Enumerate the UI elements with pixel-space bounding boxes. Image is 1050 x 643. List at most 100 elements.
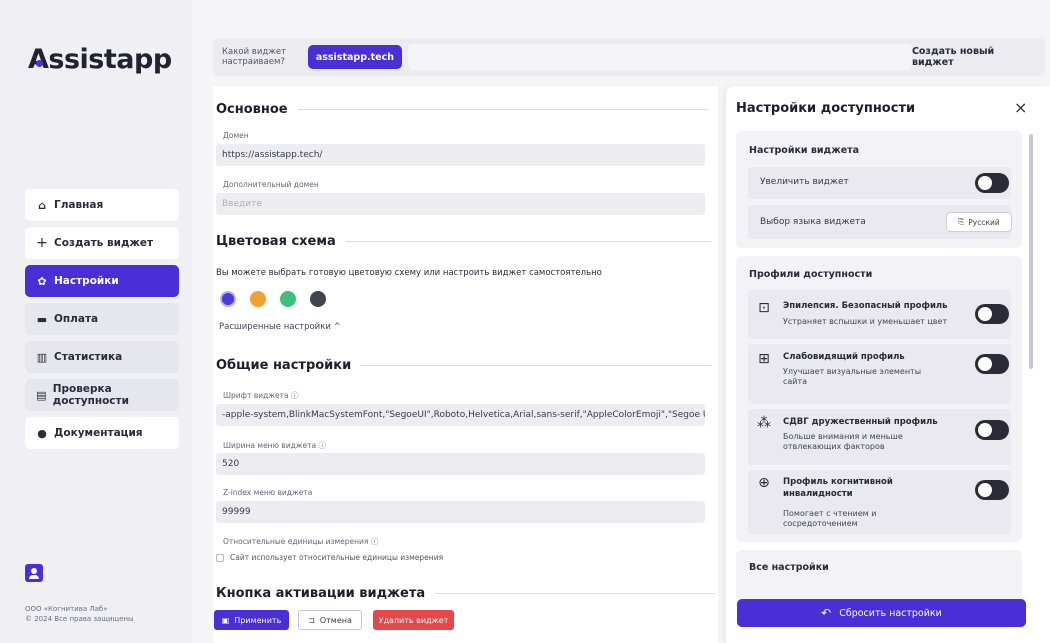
language-value: Русский [968,217,1000,227]
card-title: Все настройки [749,562,829,573]
width-field[interactable]: 520 [216,453,705,475]
profile-cognitive[interactable]: ⊕ Профиль когнитивной инвалидности Помог… [748,470,1011,534]
profile-title: СДВГ дружественный профиль [783,417,938,427]
sidebar-item-statistics[interactable]: ▥ Статистика [25,341,179,373]
sidebar-nav: ⌂ Главная + Создать виджет ✿ Настройки ▬… [25,189,179,455]
section-title: Основное [216,102,288,117]
home-icon: ⌂ [38,198,46,212]
advanced-settings-toggle[interactable]: Расширенные настройки ^ [219,322,341,332]
color-swatch-purple[interactable] [220,291,236,307]
profile-desc: Улучшает визуальные элементы сайта [783,367,922,386]
widget-settings-card: Настройки виджета Увеличить виджет Выбор… [736,131,1022,248]
accessibility-profiles-card: Профили доступности ⊡ Эпилепсия. Безопас… [736,256,1022,542]
widget-language-label: Выбор языка виджета [760,217,866,227]
document-icon: ▤ [36,388,47,402]
color-swatch-orange[interactable] [250,291,266,307]
create-new-widget-link[interactable]: Создать новый виджет [912,46,1039,68]
reset-label: Сбросить настройки [839,607,942,619]
profile-adhd-toggle[interactable] [975,420,1009,440]
profile-desc: Устраняет вспышки и уменьшает цвет [783,317,948,326]
divider [345,241,711,242]
apply-label: Применить [234,615,282,625]
settings-form: Основное Домен https://assistapp.tech/ Д… [213,86,718,643]
sidebar-item-label: Настройки [54,275,119,287]
profile-epilepsy-toggle[interactable] [975,304,1009,324]
widget-selector-area[interactable] [408,44,912,70]
extra-domain-field[interactable]: Введите [216,193,705,215]
profile-desc: Больше внимания и меньше отвлекающих фак… [783,432,903,451]
people-icon: ⁂ [757,415,771,431]
sidebar-item-settings[interactable]: ✿ Настройки [25,265,179,297]
apply-button[interactable]: ▣ Применить [214,610,289,630]
sidebar-item-payment[interactable]: ▬ Оплата [25,303,179,335]
sidebar-item-accessibility-check[interactable]: ▤ Проверка доступности [25,379,179,411]
profile-epilepsy[interactable]: ⊡ Эпилепсия. Безопасный профиль Устраняе… [748,290,1011,339]
units-checkbox-row[interactable]: Сайт использует относительные единицы из… [216,553,443,562]
profile-title: Слабовидящий профиль [783,352,905,362]
extra-domain-label: Дополнительный домен [223,180,319,189]
profile-low-vision[interactable]: ⊞ Слабовидящий профиль Улучшает визуальн… [748,344,1011,404]
company-info: ООО «Когнитива Лаб» © 2024 Все права защ… [25,604,134,624]
cancel-button[interactable]: ⊐ Отмена [298,610,362,630]
undo-icon: ⊐ [308,615,315,625]
divider [435,593,716,594]
gear-icon: ✿ [37,274,47,288]
cancel-label: Отмена [319,615,352,625]
widget-language-row: Выбор языка виджета ⎘ Русский [748,205,1012,239]
delete-widget-button[interactable]: Удалить виджет [373,610,454,630]
sidebar-item-label: Главная [54,199,104,211]
units-checkbox[interactable] [216,553,224,562]
selected-widget-domain[interactable]: assistapp.tech [307,45,402,69]
sidebar: Assistapp ⌂ Главная + Создать виджет ✿ Н… [0,0,192,643]
profile-adhd[interactable]: ⁂ СДВГ дружественный профиль Больше вним… [748,409,1011,465]
domain-field[interactable]: https://assistapp.tech/ [216,144,705,166]
save-icon: ▣ [221,615,230,625]
divider [297,109,708,110]
company-name: ООО «Когнитива Лаб» [25,605,108,613]
chart-icon: ▥ [36,350,48,364]
panel-title: Настройки доступности [736,101,916,116]
close-icon[interactable]: × [1014,98,1027,117]
section-title: Цветовая схема [216,234,336,249]
widget-selector-bar: Какой виджет настраиваем? assistapp.tech… [213,38,1045,76]
sidebar-item-documentation[interactable]: ● Документация [25,417,179,449]
sidebar-item-home[interactable]: ⌂ Главная [25,189,179,221]
app-logo[interactable]: Assistapp [28,44,172,75]
domain-label: Домен [223,131,249,140]
card-title: Настройки виджета [749,145,860,156]
info-icon: ● [37,426,47,440]
color-swatch-dark[interactable] [310,291,326,307]
sidebar-item-label: Создать виджет [54,237,154,249]
panel-scrollbar[interactable] [1029,134,1033,369]
widget-selector-label: Какой виджет настраиваем? [222,47,287,67]
grid-icon: ⊞ [758,351,770,367]
divider [361,365,712,366]
section-basic: Основное [216,102,708,117]
colors-description: Вы можете выбрать готовую цветовую схему… [216,268,602,278]
font-field[interactable]: -apple-system,BlinkMacSystemFont,"SegoeU… [216,404,705,426]
profile-desc: Помогает с чтением и сосредоточением [783,509,877,528]
section-title: Кнопка активации виджета [216,586,426,601]
profile-cognitive-toggle[interactable] [975,480,1009,500]
zindex-label: Z-index меню виджета [223,488,313,497]
font-label: Шрифт виджета ⓘ [223,391,299,400]
sidebar-item-label: Статистика [54,351,123,363]
section-general: Общие настройки [216,358,712,373]
zindex-field[interactable]: 99999 [216,501,705,523]
profile-low-vision-toggle[interactable] [975,354,1009,374]
section-activation: Кнопка активации виджета [216,586,716,601]
language-select[interactable]: ⎘ Русский [946,212,1012,232]
monitor-pulse-icon: ⊡ [758,300,770,316]
sidebar-item-create-widget[interactable]: + Создать виджет [25,227,179,259]
width-label: Ширина меню виджета ⓘ [223,441,326,450]
color-swatch-green[interactable] [280,291,296,307]
logo-text: Assistapp [28,44,172,75]
accessibility-panel: Настройки доступности × Настройки виджет… [726,86,1050,643]
plus-icon: + [36,235,48,251]
reset-settings-button[interactable]: ↶ Сбросить настройки [737,599,1026,627]
brain-icon: ⊕ [758,475,770,491]
sidebar-item-label: Проверка доступности [52,383,129,407]
user-avatar-icon[interactable] [25,564,43,582]
enlarge-widget-row[interactable]: Увеличить виджет [748,167,1011,199]
enlarge-widget-toggle[interactable] [975,173,1009,193]
